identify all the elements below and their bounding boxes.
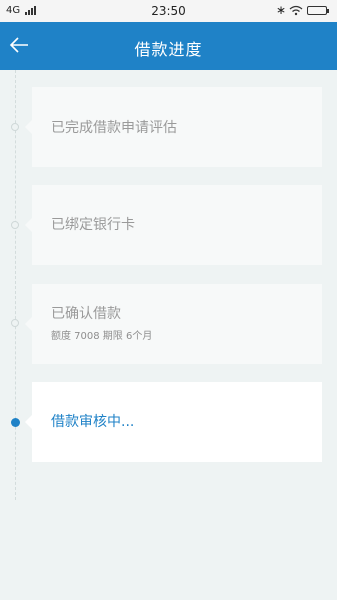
status-bar: 4G 23:50 ∗ xyxy=(0,0,337,22)
step-2-card: 已绑定银行卡 xyxy=(25,185,322,265)
timeline-line xyxy=(15,70,16,500)
step-3-card: 已确认借款 额度 7008 期限 6个月 xyxy=(25,284,322,364)
step-1-dot xyxy=(11,123,19,131)
battery-icon xyxy=(307,6,329,15)
step-4-card: 借款审核中... xyxy=(25,382,322,462)
step-2-title: 已绑定银行卡 xyxy=(51,217,135,233)
step-4-dot xyxy=(11,418,20,427)
wifi-icon xyxy=(289,5,303,19)
status-time: 23:50 xyxy=(151,4,186,18)
step-4-title: 借款审核中... xyxy=(51,414,135,430)
page-title: 借款进度 xyxy=(134,40,203,59)
step-1-card: 已完成借款申请评估 xyxy=(25,87,322,167)
step-3-title: 已确认借款 xyxy=(51,306,121,322)
step-3-detail: 额度 7008 期限 6个月 xyxy=(51,331,153,342)
step-1-title: 已完成借款申请评估 xyxy=(51,120,177,136)
step-3-dot xyxy=(11,319,19,327)
nav-bar: 借款进度 xyxy=(0,22,337,70)
bluetooth-icon: ∗ xyxy=(275,3,286,17)
step-2-dot xyxy=(11,221,19,229)
